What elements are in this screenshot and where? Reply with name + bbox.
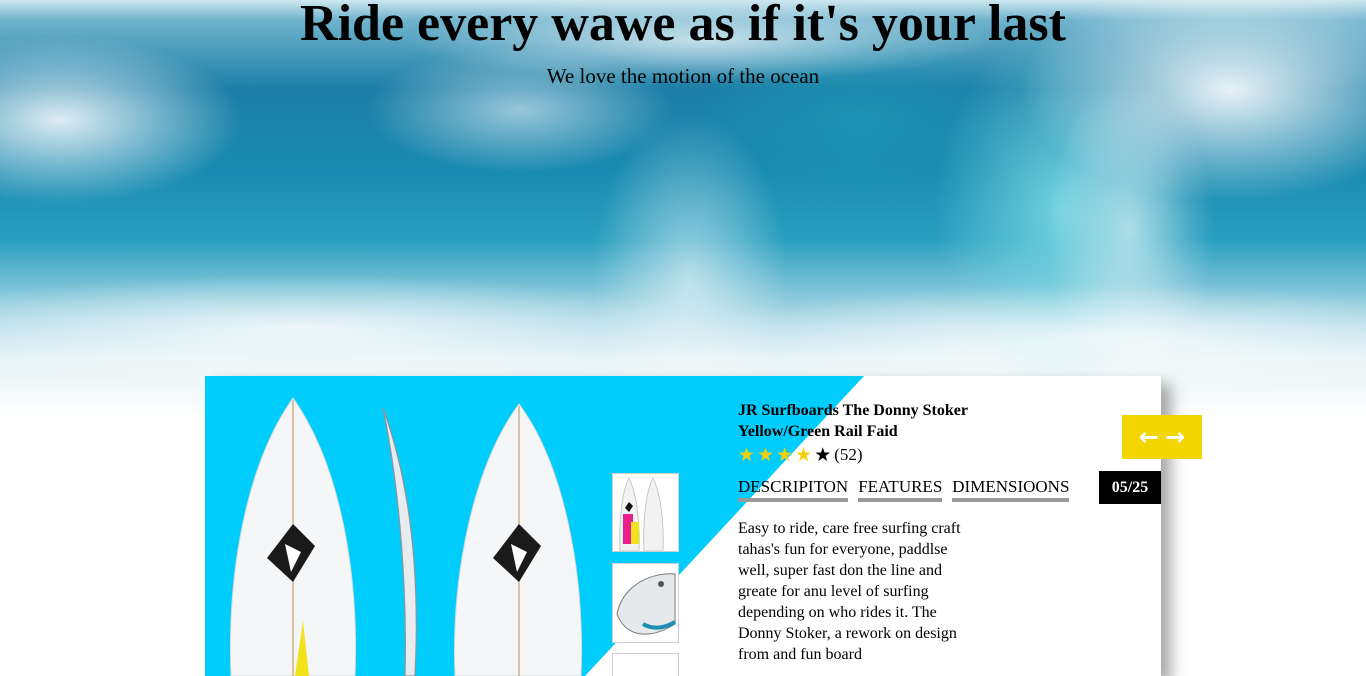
thumbnail-1[interactable] <box>612 473 679 552</box>
carousel-navigation: ← → <box>1122 415 1202 459</box>
star-filled-icon: ★ <box>757 444 775 466</box>
hero-title: Ride every wawe as if it's your last <box>300 0 1066 52</box>
tab-dimensions[interactable]: DIMENSIOONS <box>952 477 1070 502</box>
product-rating: ★ ★ ★ ★ ★ (52) <box>738 444 863 466</box>
star-filled-icon: ★ <box>776 444 794 466</box>
arrow-left-icon[interactable]: ← <box>1139 425 1159 449</box>
product-description: Easy to ride, care free surfing craft ta… <box>738 520 961 663</box>
product-card: JR Surfboards The Donny Stoker Yellow/Gr… <box>205 376 1161 676</box>
star-empty-icon: ★ <box>814 444 832 466</box>
thumbnail-3[interactable] <box>612 653 679 676</box>
thumbnail-image <box>616 573 677 635</box>
hero-subtitle: We love the motion of the ocean <box>546 64 820 88</box>
tab-features[interactable]: FEATURES <box>858 477 943 502</box>
thumbnail-2[interactable] <box>612 563 679 643</box>
thumbnail-image <box>619 477 664 552</box>
wave-image <box>0 0 1366 420</box>
product-title: JR Surfboards The Donny Stoker Yellow/Gr… <box>738 402 968 440</box>
surfboard-image <box>229 397 582 676</box>
arrow-right-icon[interactable]: → <box>1165 425 1185 449</box>
product-tabs: DESCRIPITON FEATURES DIMENSIOONS <box>738 477 1070 502</box>
page-counter: 05/25 <box>1099 471 1161 504</box>
rating-count: (52) <box>834 445 863 464</box>
tab-description[interactable]: DESCRIPITON <box>738 477 849 502</box>
star-filled-icon: ★ <box>738 444 756 466</box>
star-filled-icon: ★ <box>795 444 813 466</box>
